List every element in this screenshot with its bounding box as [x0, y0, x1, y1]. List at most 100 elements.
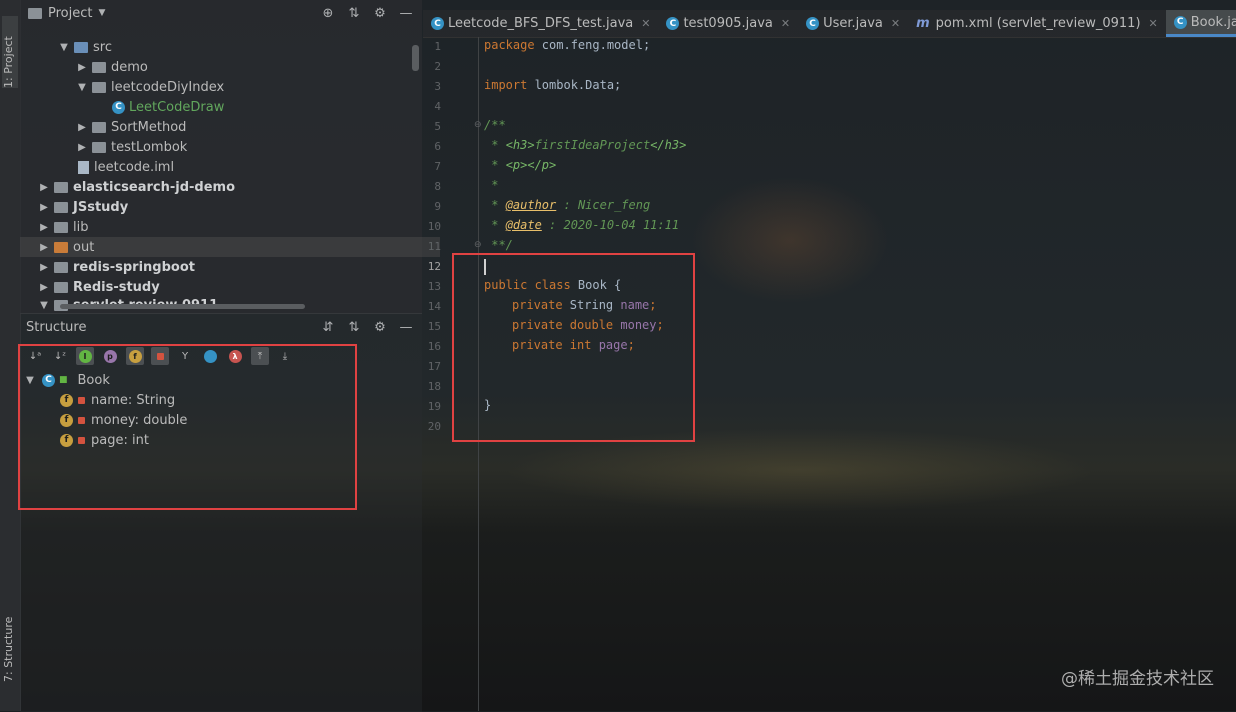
collapsed-arrow-icon[interactable]: ▶	[38, 242, 50, 253]
tree-item-redis-springboot[interactable]: ▶ redis-springboot	[20, 257, 440, 277]
watermark: @稀土掘金技术社区	[1061, 669, 1214, 689]
close-icon[interactable]: ✕	[891, 17, 900, 30]
tab-leetcode-bfs-dfs[interactable]: C Leetcode_BFS_DFS_test.java ✕	[423, 10, 658, 37]
module-icon	[54, 201, 68, 213]
tab-label: pom.xml (servlet_review_0911)	[935, 16, 1141, 31]
tab-user[interactable]: C User.java ✕	[798, 10, 908, 37]
tree-item-sortmethod[interactable]: ▶ SortMethod	[20, 117, 478, 137]
tab-pom-xml[interactable]: m pom.xml (servlet_review_0911) ✕	[908, 10, 1166, 37]
tree-item-lib[interactable]: ▶ lib	[20, 217, 440, 237]
tree-item-label: SortMethod	[111, 119, 187, 135]
code-line-9[interactable]: * @author : Nicer_feng	[484, 198, 650, 212]
code-line-8[interactable]: *	[484, 178, 498, 192]
collapsed-arrow-icon[interactable]: ▶	[76, 62, 88, 73]
maven-icon: m	[916, 16, 930, 31]
tree-item-out[interactable]: ▶ out	[20, 237, 440, 257]
comment-html-tag: <p></p>	[505, 158, 557, 172]
code-line-6[interactable]: * <h3>firstIdeaProject</h3>	[484, 138, 686, 152]
code-line-11[interactable]: **/	[484, 238, 513, 252]
comment-html-tag: <h3>	[505, 138, 535, 152]
line-number: 7	[434, 160, 441, 173]
line-number: 6	[434, 140, 441, 153]
tree-item-label: Redis-study	[73, 279, 160, 295]
code-line-10[interactable]: * @date : 2020-10-04 11:11	[484, 218, 679, 232]
project-horizontal-scrollbar[interactable]	[60, 304, 305, 309]
tree-item-leetcodediyindex[interactable]: ▼ leetcodeDiyIndex	[20, 77, 478, 97]
line-number: 4	[434, 100, 441, 113]
collapse-all-icon[interactable]: ⇅	[346, 319, 362, 335]
dropdown-arrow-icon[interactable]: ▼	[98, 8, 105, 18]
structure-tool-tab[interactable]: 7: Structure	[2, 600, 18, 682]
collapsed-arrow-icon[interactable]: ▶	[38, 282, 50, 293]
tree-item-label: testLombok	[111, 139, 188, 155]
tree-item-src[interactable]: ▼ src	[20, 37, 460, 57]
tree-item-label: demo	[111, 59, 148, 75]
tree-item-label: elasticsearch-jd-demo	[73, 179, 236, 195]
locate-icon[interactable]: ⊕	[320, 5, 336, 21]
line-number: 11	[427, 240, 441, 253]
close-icon[interactable]: ✕	[781, 17, 790, 30]
gear-icon[interactable]: ⚙	[372, 5, 388, 21]
line-number: 8	[434, 180, 441, 193]
code-line-7[interactable]: * <p></p>	[484, 158, 556, 172]
project-folder-icon	[28, 7, 42, 19]
tab-label: User.java	[823, 16, 883, 31]
project-panel: Project ▼ ⊕ ⇅ ⚙ — ▼ src ▶ demo ▼ leetcod…	[20, 0, 440, 313]
tree-item-label: out	[73, 239, 95, 255]
collapsed-arrow-icon[interactable]: ▶	[38, 262, 50, 273]
folder-icon	[92, 81, 106, 93]
tab-label: Leetcode_BFS_DFS_test.java	[448, 16, 634, 31]
collapsed-arrow-icon[interactable]: ▶	[38, 202, 50, 213]
close-icon[interactable]: ✕	[1149, 17, 1158, 30]
gear-icon[interactable]: ⚙	[372, 319, 388, 335]
expanded-arrow-icon[interactable]: ▼	[76, 82, 88, 93]
code-line-5[interactable]: /**	[484, 118, 506, 132]
class-icon: C	[431, 17, 444, 30]
tree-item-label: leetcodeDiyIndex	[111, 79, 225, 95]
tree-item-jsstudy[interactable]: ▶ JSstudy	[20, 197, 440, 217]
collapsed-arrow-icon[interactable]: ▶	[38, 222, 50, 233]
expand-all-icon[interactable]: ⇵	[320, 319, 336, 335]
expanded-arrow-icon[interactable]: ▼	[58, 42, 70, 53]
minimize-icon[interactable]: —	[398, 5, 414, 21]
tree-item-leetcode-iml[interactable]: leetcode.iml	[20, 157, 476, 177]
folder-icon	[54, 221, 68, 233]
folder-icon	[92, 121, 106, 133]
minimize-icon[interactable]: —	[398, 319, 414, 335]
annotation-box-code	[452, 253, 695, 442]
line-number: 10	[427, 220, 441, 233]
close-icon[interactable]: ✕	[641, 17, 650, 30]
keyword: package	[484, 38, 535, 52]
expanded-arrow-icon[interactable]: ▼	[38, 300, 50, 311]
tree-item-demo[interactable]: ▶ demo	[20, 57, 478, 77]
project-panel-title[interactable]: Project	[48, 6, 92, 21]
project-tool-tab[interactable]: 1: Project	[2, 16, 18, 88]
collapse-all-icon[interactable]: ⇅	[346, 5, 362, 21]
class-icon: C	[666, 17, 680, 30]
line-number: 14	[427, 300, 441, 313]
tree-item-label: src	[93, 39, 112, 55]
line-number: 20	[427, 420, 441, 433]
fold-icon[interactable]: ⊖	[474, 120, 482, 130]
line-number: 2	[434, 60, 441, 73]
fold-icon[interactable]: ⊖	[474, 240, 482, 250]
code-line-3[interactable]: import lombok.Data;	[484, 78, 621, 92]
line-number: 17	[427, 360, 441, 373]
tab-test0905[interactable]: C test0905.java ✕	[658, 10, 798, 37]
collapsed-arrow-icon[interactable]: ▶	[76, 142, 88, 153]
annotation-box-structure	[18, 344, 357, 510]
class-icon: C	[806, 17, 820, 30]
module-icon	[54, 281, 68, 293]
tree-item-redis-study[interactable]: ▶ Redis-study	[20, 277, 440, 297]
comment-html-tag: </h3>	[650, 138, 687, 152]
tree-item-elasticsearch[interactable]: ▶ elasticsearch-jd-demo	[20, 177, 440, 197]
collapsed-arrow-icon[interactable]: ▶	[76, 122, 88, 133]
tree-item-testlombok[interactable]: ▶ testLombok	[20, 137, 478, 157]
code-text: com.feng.model;	[534, 38, 651, 52]
comment-text: /**	[484, 118, 506, 132]
folder-icon	[54, 241, 68, 253]
tab-book[interactable]: C Book.java ✕	[1165, 10, 1236, 37]
project-vertical-scrollbar[interactable]	[412, 45, 419, 71]
code-line-1[interactable]: package com.feng.model;	[484, 38, 650, 52]
collapsed-arrow-icon[interactable]: ▶	[38, 182, 50, 193]
